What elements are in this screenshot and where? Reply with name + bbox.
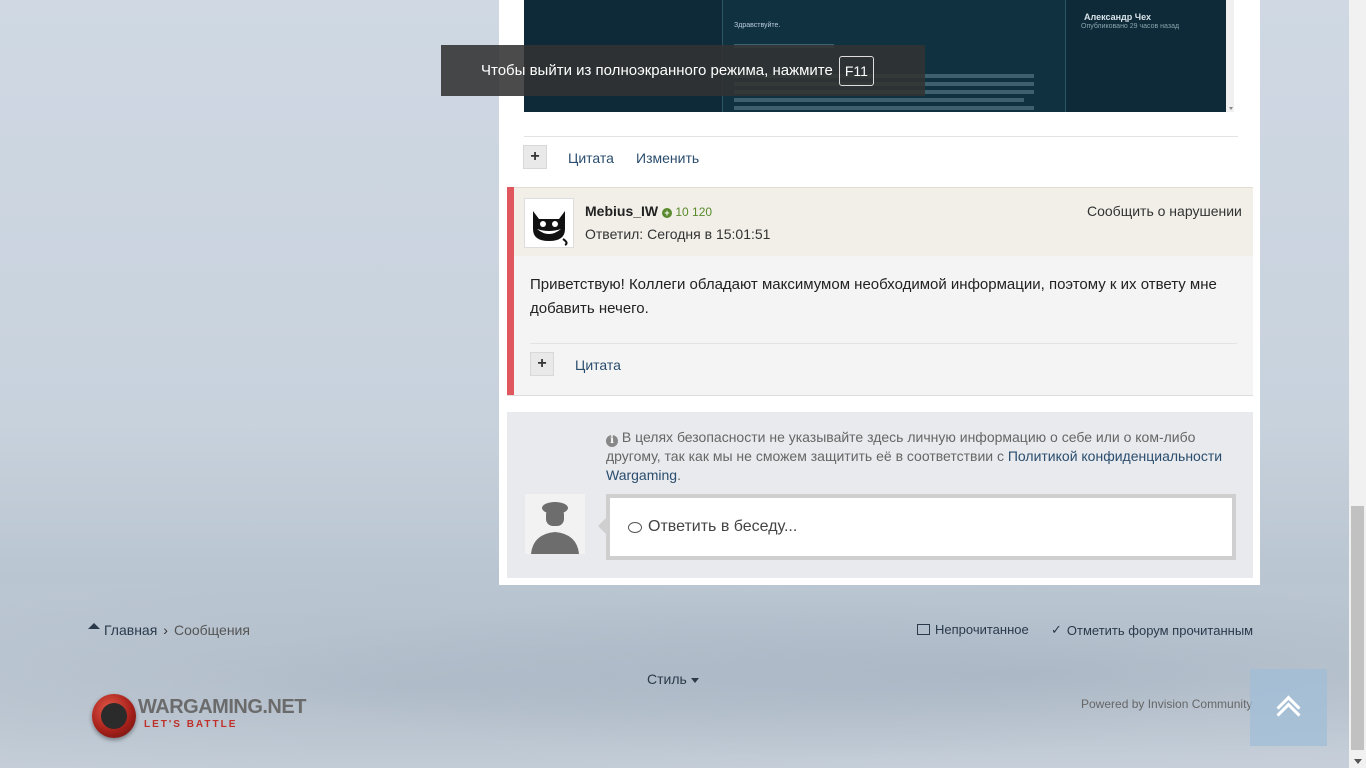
logo-name: WARGAMING.NET (138, 696, 306, 718)
newspaper-icon (917, 624, 930, 635)
cat-avatar-icon (533, 211, 568, 246)
current-user-avatar (525, 494, 585, 554)
page-scrollbar[interactable] (1349, 0, 1366, 768)
avatar[interactable] (524, 198, 574, 248)
breadcrumb-home[interactable]: Главная (104, 622, 157, 638)
reply-placeholder: Ответить в беседу... (648, 518, 798, 535)
wargaming-emblem-icon (92, 694, 136, 738)
home-icon (88, 623, 100, 629)
powered-by-link[interactable]: Powered by Invision Community (1081, 697, 1252, 711)
mark-read-label: Отметить форум прочитанным (1066, 622, 1254, 638)
plus-icon: + (537, 355, 547, 372)
image-author: Александр Чех (1084, 12, 1151, 22)
f11-key: F11 (838, 55, 874, 86)
image-published: Опубликовано 29 часов назад (1081, 23, 1180, 30)
post-body: Приветствую! Коллеги обладают максимумом… (530, 276, 1217, 317)
reply-editor[interactable]: Ответить в беседу... (598, 494, 1236, 560)
user-silhouette-icon (525, 494, 585, 554)
quote-link[interactable]: Цитата (568, 150, 614, 166)
post-header (514, 187, 1253, 256)
reputation-value: 10 120 (675, 205, 713, 219)
unread-label: Непрочитанное (935, 622, 1029, 637)
image-greeting: Здравствуйте. (734, 22, 781, 29)
info-icon: i (606, 435, 618, 447)
style-selector[interactable]: Стиль (647, 671, 699, 687)
image-text-line (734, 106, 1034, 110)
check-icon: ✓ (1051, 622, 1062, 637)
divider (530, 343, 1237, 344)
plus-icon: + (530, 148, 540, 165)
breadcrumb: Главная › Сообщения (88, 622, 250, 638)
post-date: Ответил: Сегодня в 15:01:51 (585, 226, 771, 242)
comment-icon (628, 521, 642, 533)
reputation-badge[interactable]: + 10 120 (662, 205, 712, 219)
multiquote-button[interactable]: + (530, 352, 554, 376)
logo-tagline: LET'S BATTLE (144, 719, 238, 730)
scroll-down-arrow[interactable] (1354, 759, 1362, 764)
style-label: Стиль (647, 671, 687, 687)
unread-link[interactable]: Непрочитанное (917, 622, 1029, 637)
divider (524, 136, 1238, 137)
report-link[interactable]: Сообщить о нарушении (1087, 203, 1242, 219)
breadcrumb-current[interactable]: Сообщения (174, 622, 250, 638)
multiquote-button[interactable]: + (523, 145, 547, 169)
scroll-to-top-button[interactable] (1250, 669, 1327, 746)
fullscreen-notice: Чтобы выйти из полноэкранного режима, на… (441, 45, 925, 96)
wargaming-logo[interactable]: WARGAMING.NET LET'S BATTLE (92, 690, 306, 742)
edit-link[interactable]: Изменить (636, 150, 699, 166)
mark-read-link[interactable]: ✓ Отметить форум прочитанным (1051, 622, 1253, 638)
plus-circle-icon: + (662, 208, 672, 218)
image-scrollbar[interactable] (1226, 0, 1234, 112)
post-highlight-bar (507, 187, 514, 395)
post-author-name[interactable]: Mebius_IW (585, 203, 658, 219)
fullscreen-text: Чтобы выйти из полноэкранного режима, на… (481, 62, 833, 79)
scrollbar-thumb[interactable] (1351, 506, 1364, 750)
image-text-line (734, 98, 1024, 102)
notice-end: . (677, 467, 681, 483)
quote-link[interactable]: Цитата (575, 357, 621, 373)
chevron-right-icon: › (163, 622, 168, 638)
double-chevron-up-icon (1276, 693, 1301, 727)
privacy-notice: i В целях безопасности не указывайте зде… (606, 428, 1236, 485)
caret-down-icon (690, 677, 699, 683)
